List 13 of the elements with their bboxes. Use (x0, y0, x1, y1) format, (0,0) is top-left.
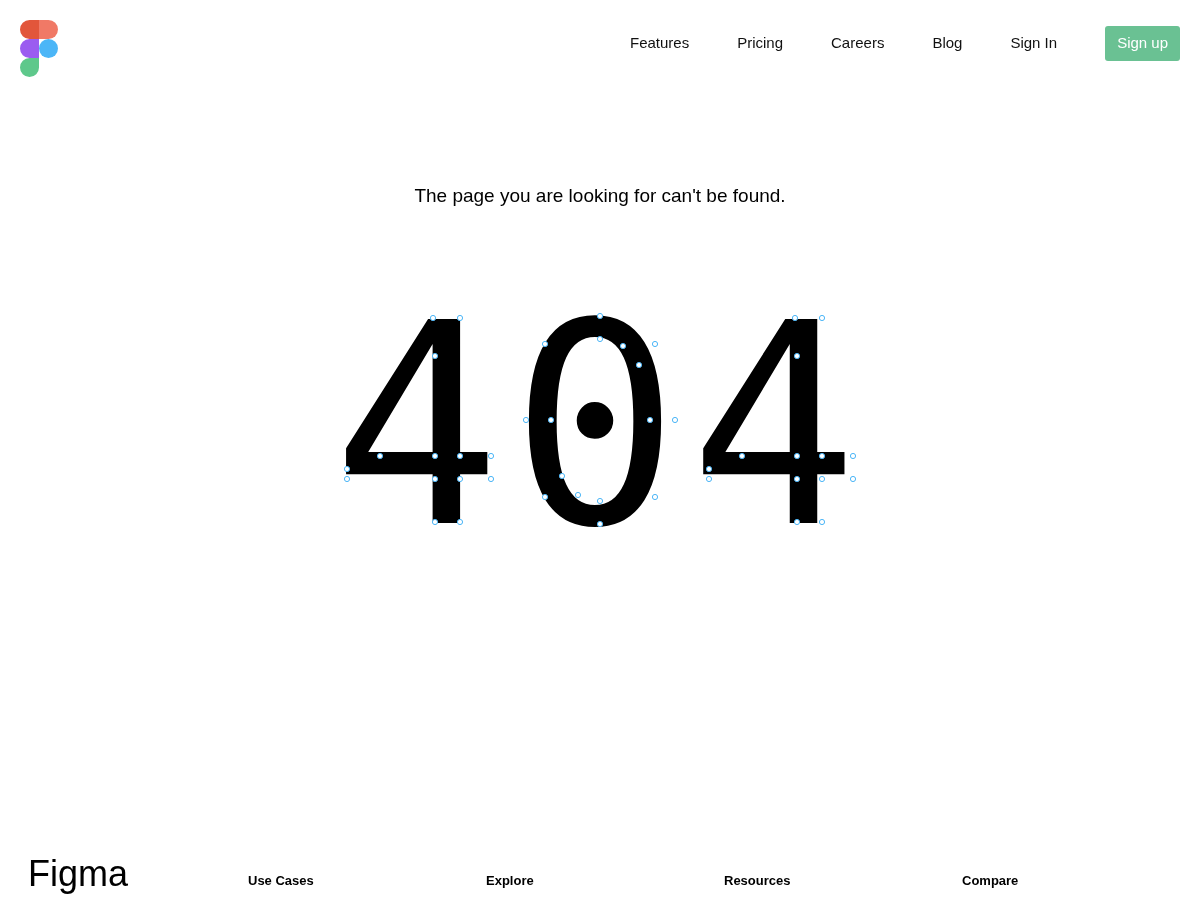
error-code: 404 (332, 305, 868, 546)
footer-heading: Resources (724, 871, 792, 890)
footer-heading: Compare (962, 871, 1020, 890)
nav-link[interactable]: Pricing (737, 32, 784, 55)
footer-heading: Use Cases (248, 871, 315, 890)
nav-link[interactable]: Sign In (1010, 32, 1058, 55)
footer-heading: Explore (486, 871, 535, 890)
nav-link[interactable]: Careers (831, 32, 885, 55)
nav-link[interactable]: Features (629, 32, 690, 55)
logo-icon[interactable] (20, 20, 58, 77)
error-message: The page you are looking for can't be found. (413, 184, 787, 208)
footer-wordmark[interactable]: Figma (28, 856, 248, 892)
nav-link[interactable]: Blog (932, 32, 963, 55)
